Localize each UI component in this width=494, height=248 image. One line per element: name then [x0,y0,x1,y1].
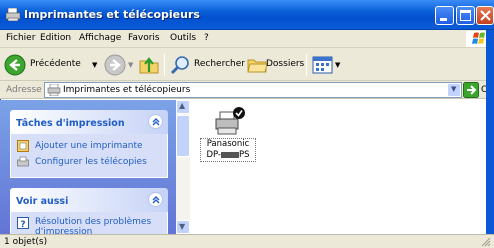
svg-text:?: ? [20,220,25,229]
back-dropdown-icon[interactable]: ▼ [92,61,97,69]
maximize-icon [460,10,471,21]
printing-tasks-title: Tâches d'impression [16,118,125,129]
back-button[interactable]: Précédente [4,53,96,77]
scroll-thumb[interactable] [176,115,190,157]
scroll-up-button[interactable]: ▲ [176,100,190,114]
menu-fichier[interactable]: Fichier [6,33,35,43]
forward-arrow-icon [104,54,126,76]
see-also-body: ? Résolution des problèmes d'impression [10,212,168,236]
forward-dropdown-icon: ▼ [128,61,134,69]
address-bar: Adresse Imprimantes et télécopieurs ▼ OK [0,81,494,99]
close-icon [480,10,491,21]
resize-grip-icon[interactable] [480,236,491,247]
go-arrow-icon [463,82,479,98]
menu-affichage[interactable]: Affichage [79,33,121,43]
printer-model-prefix: DP- [206,150,222,160]
views-icon [312,56,333,74]
window-right-border [486,30,494,248]
printer-folder-small-icon [47,84,61,96]
fax-icon [17,156,29,167]
printer-model-suffix: PS [239,150,250,160]
search-label: Rechercher [194,59,245,69]
collapse-chevron-icon[interactable] [148,114,163,129]
see-also-header[interactable]: Voir aussi [10,188,168,212]
address-label: Adresse [6,85,42,95]
status-bar: 1 objet(s) [0,234,494,248]
menu-bar: Fichier Edition Affichage Favoris Outils… [0,30,494,48]
views-button[interactable]: ▼ [312,54,342,76]
menu-help[interactable]: ? [204,33,209,43]
toolbar-separator-2 [306,54,307,76]
toolbar: Précédente ▼ ▼ Rechercher Dossiers ▼ [0,48,494,81]
configure-fax-link[interactable]: Configurer les télécopies [17,156,165,170]
printer-item[interactable]: Panasonic DP- PS [198,106,258,168]
back-arrow-icon [4,54,26,76]
chevron-down-icon: ▼ [451,85,457,93]
see-also-title: Voir aussi [16,196,69,207]
maximize-button[interactable] [456,6,475,25]
minimize-button[interactable] [435,6,454,25]
address-field[interactable]: Imprimantes et télécopieurs ▼ [44,82,462,98]
window-title: Imprimantes et télécopieurs [24,8,200,21]
collapse-chevron-icon[interactable] [148,192,163,207]
search-button[interactable]: Rechercher [170,53,245,77]
folders-button[interactable]: Dossiers [246,53,306,77]
views-dropdown-icon: ▼ [335,61,341,69]
close-button[interactable] [476,6,494,25]
printer-folder-icon [6,8,20,21]
task-pane: Tâches d'impression Ajouter une impriman… [0,100,176,236]
printer-icon [215,107,245,135]
minimize-icon [440,18,447,21]
forward-button[interactable]: ▼ [104,54,134,76]
printer-name-line1: Panasonic [206,139,250,149]
add-printer-link[interactable]: Ajouter une imprimante [17,140,165,154]
chevron-up-icon: ▲ [179,101,186,110]
menu-outils[interactable]: Outils [170,33,196,43]
help-icon: ? [17,217,29,229]
menu-edition[interactable]: Edition [40,33,71,43]
up-folder-icon[interactable] [138,55,160,75]
scroll-down-button[interactable]: ▼ [176,220,190,234]
file-list-area[interactable]: Panasonic DP- PS [190,100,486,234]
redacted-block [221,151,240,158]
back-label: Précédente [30,59,81,69]
folders-icon [247,59,268,73]
chevron-down-icon: ▼ [179,222,186,231]
toolbar-separator [164,54,165,76]
printer-name-line2: DP- PS [201,150,255,161]
folders-label: Dossiers [266,59,305,69]
add-printer-label: Ajouter une imprimante [35,141,143,151]
address-dropdown-button[interactable]: ▼ [447,83,461,97]
task-pane-scrollbar[interactable]: ▲ ▼ [176,100,190,234]
title-bar[interactable]: Imprimantes et télécopieurs [0,0,494,30]
menu-favoris[interactable]: Favoris [128,33,160,43]
status-text: 1 objet(s) [4,237,48,247]
search-icon [170,56,189,75]
configure-fax-label: Configurer les télécopies [35,157,147,167]
address-value: Imprimantes et télécopieurs [63,85,191,95]
troubleshoot-label-1: Résolution des problèmes [35,217,152,227]
printing-tasks-body: Ajouter une imprimante Configurer les té… [10,134,168,178]
printing-tasks-header[interactable]: Tâches d'impression [10,110,168,134]
add-printer-icon [17,140,29,152]
printer-name-label: Panasonic DP- PS [200,138,256,162]
